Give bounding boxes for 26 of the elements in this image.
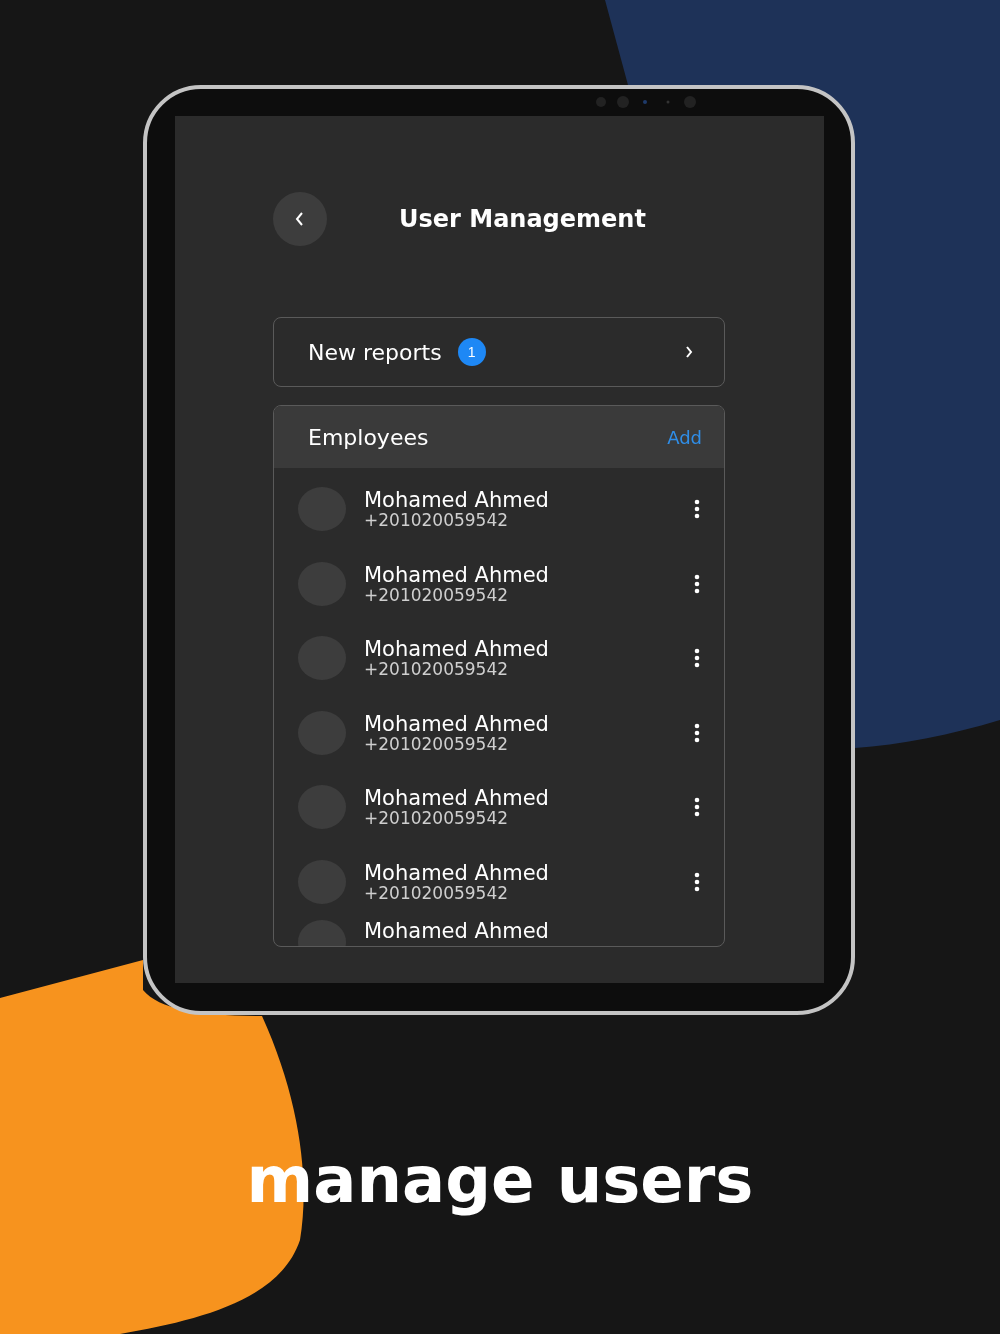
more-icon <box>694 648 700 669</box>
more-icon <box>694 797 700 818</box>
reports-label: New reports <box>308 339 442 365</box>
employee-phone: +201020059542 <box>364 809 510 828</box>
reports-row[interactable]: New reports 1 <box>273 317 725 387</box>
employee-name: Mohamed Ahmed <box>364 638 550 661</box>
chevron-left-icon <box>294 211 306 227</box>
employee-phone: +201020059542 <box>364 660 510 679</box>
chevron-right-icon <box>684 344 694 360</box>
employee-name: Mohamed Ahmed <box>364 920 550 942</box>
employee-phone: +201020059542 <box>364 883 510 902</box>
more-icon <box>694 871 700 892</box>
employee-name: Mohamed Ahmed <box>364 563 550 586</box>
count-badge: 1 <box>457 338 486 366</box>
more-icon <box>694 499 700 520</box>
employee-name: Mohamed Ahmed <box>364 861 550 884</box>
employee-phone: +201020059542 <box>364 511 510 530</box>
employee-phone: +201020059542 <box>364 585 510 604</box>
more-icon <box>694 573 700 594</box>
employee-name: Mohamed Ahmed <box>364 489 550 512</box>
employee-name: Mohamed Ahmed <box>364 712 550 735</box>
employee-phone: +201020059542 <box>364 734 510 753</box>
more-icon <box>694 722 700 743</box>
section-title: Employees <box>308 424 430 450</box>
page-title: User Management <box>399 205 646 233</box>
employee-name: Mohamed Ahmed <box>364 787 550 810</box>
